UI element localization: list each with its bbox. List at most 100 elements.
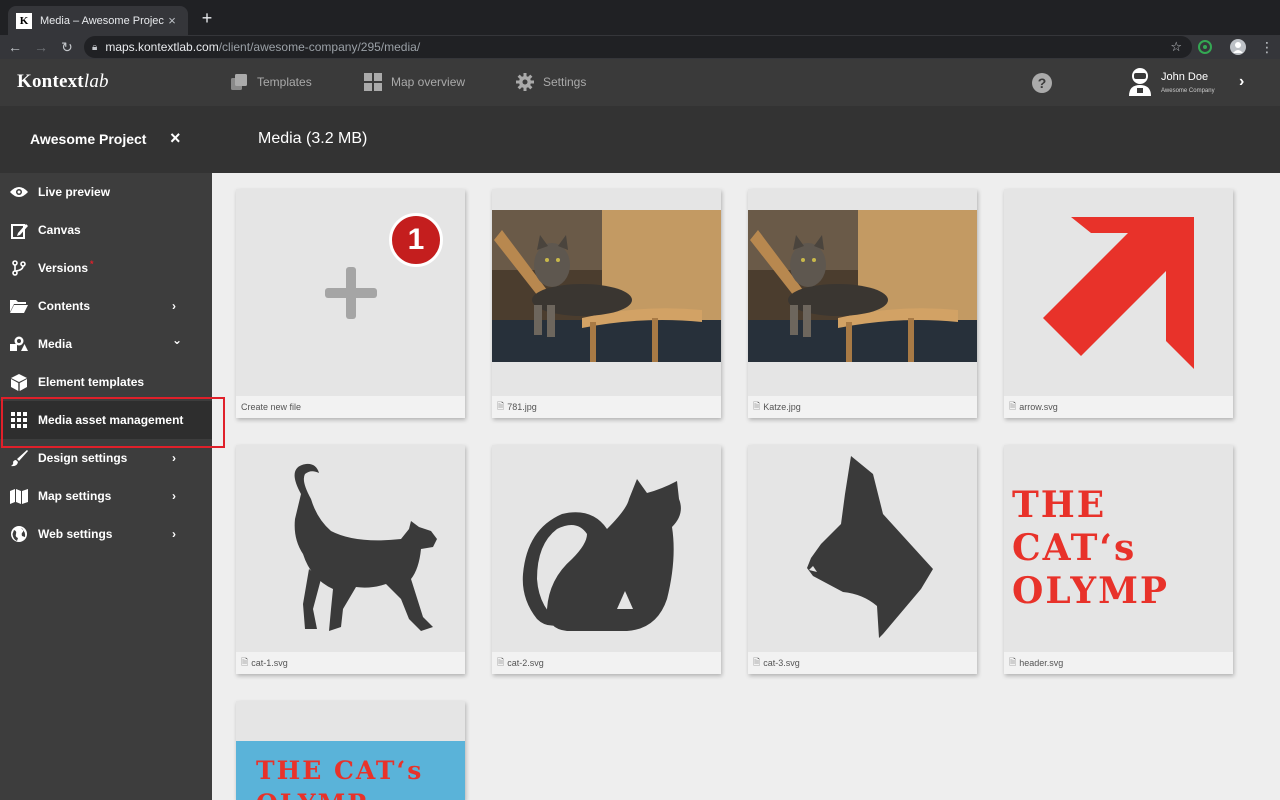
sidebar-item-label: Web settings <box>38 527 113 541</box>
extension-icon[interactable] <box>1197 39 1213 55</box>
nav-templates[interactable]: Templates <box>230 73 312 91</box>
logo-main: Kontext <box>17 71 84 92</box>
address-bar[interactable]: 🔒︎ maps.kontextlab.com/client/awesome-co… <box>84 36 1192 58</box>
sidebar-item-label: Versions <box>38 261 89 275</box>
card-label: 🗎︎ header.svg <box>1004 652 1233 674</box>
media-file-card[interactable]: THE CAT‘s OLYMP 🗎︎ header.svg <box>1004 445 1233 674</box>
new-tab-icon[interactable]: + <box>198 9 216 27</box>
templates-icon <box>231 74 247 90</box>
reload-icon[interactable]: ↻ <box>56 39 78 56</box>
media-file-card[interactable]: 🗎︎ arrow.svg <box>1004 189 1233 418</box>
file-name: header.svg <box>1019 658 1064 668</box>
sidebar: Live preview Canvas Versions * Contents ›… <box>0 173 212 800</box>
sidebar-item-label: Design settings <box>38 451 128 465</box>
cat-walking-thumbnail[interactable] <box>236 445 465 652</box>
sidebar-item-map-settings[interactable]: Map settings › <box>0 477 212 515</box>
brush-icon <box>10 449 28 467</box>
chevron-right-icon: › <box>172 527 176 541</box>
header-text-line2: OLYMP <box>1012 570 1169 613</box>
cat-photo-image <box>748 209 977 362</box>
cat-sitting-silhouette-icon <box>522 478 681 631</box>
eye-icon <box>10 183 28 201</box>
map-icon <box>10 487 28 505</box>
arrow-up-right-icon <box>1042 216 1194 369</box>
arrow-thumbnail[interactable] <box>1004 189 1233 396</box>
nav-settings-label: Settings <box>543 75 587 89</box>
app-header: Kontextlab Templates Map overview Settin… <box>0 59 1280 106</box>
file-name: 781.jpg <box>507 402 537 412</box>
kontextlab-logo[interactable]: Kontextlab <box>17 71 109 93</box>
nav-map-overview-label: Map overview <box>391 75 466 89</box>
nav-settings[interactable]: Settings <box>516 73 586 91</box>
header-preview-thumbnail[interactable]: THE CAT‘s OLYMP <box>236 741 465 800</box>
branch-icon <box>10 259 28 277</box>
logo-italic: lab <box>83 71 109 92</box>
card-label: 🗎︎ cat-3.svg <box>748 652 977 674</box>
card-label: 🗎︎ cat-2.svg <box>492 652 721 674</box>
step-number-badge: 1 <box>389 213 443 267</box>
sidebar-item-media[interactable]: Media ⌄ <box>0 325 212 363</box>
sidebar-item-contents[interactable]: Contents › <box>0 287 212 325</box>
user-company: Awesome Company <box>1161 88 1215 94</box>
user-name[interactable]: John Doe <box>1161 71 1208 83</box>
plus-icon <box>324 266 377 319</box>
sidebar-item-web-settings[interactable]: Web settings › <box>0 515 212 553</box>
media-file-card[interactable]: 🗎︎ Katze.jpg <box>748 189 977 418</box>
lock-icon: 🔒︎ <box>92 41 98 53</box>
nav-map-overview[interactable]: Map overview <box>364 73 465 91</box>
sidebar-item-label: Map settings <box>38 489 112 503</box>
close-project-icon[interactable]: × <box>170 128 181 149</box>
file-icon: 🗎︎ <box>1009 401 1017 411</box>
media-file-card[interactable]: 🗎︎ cat-2.svg <box>492 445 721 674</box>
user-avatar-icon[interactable] <box>1126 67 1154 97</box>
browser-menu-icon[interactable]: ⋮ <box>1256 39 1278 56</box>
header-thumbnail[interactable]: THE CAT‘s OLYMP <box>1004 445 1233 652</box>
sidebar-item-versions[interactable]: Versions * <box>0 249 212 287</box>
chevron-down-icon: ⌄ <box>172 333 183 347</box>
sidebar-item-canvas[interactable]: Canvas <box>0 211 212 249</box>
file-icon: 🗎︎ <box>497 401 505 411</box>
cat-walking-silhouette-icon <box>294 463 437 631</box>
cat-sitting-thumbnail[interactable] <box>492 445 721 652</box>
edit-icon <box>10 221 28 239</box>
highlight-annotation-box <box>1 397 225 448</box>
cat-photo-thumbnail[interactable] <box>492 189 721 396</box>
media-file-card[interactable]: 🗎︎ cat-3.svg <box>748 445 977 674</box>
globe-icon <box>10 525 28 543</box>
bookmark-star-icon[interactable]: ☆ <box>1170 39 1182 55</box>
card-label: 🗎︎ arrow.svg <box>1004 396 1233 418</box>
profile-avatar-icon[interactable] <box>1230 39 1246 55</box>
gear-icon <box>516 73 534 91</box>
url-path: /client/awesome-company/295/media/ <box>218 40 421 54</box>
versions-indicator: * <box>90 259 94 269</box>
browser-tab[interactable]: K Media – Awesome Project × <box>8 6 188 35</box>
browser-toolbar: ← → ↻ 🔒︎ maps.kontextlab.com/client/awes… <box>0 35 1280 59</box>
kontextlab-favicon-icon: K <box>16 12 32 29</box>
cat-photo-thumbnail[interactable] <box>748 189 977 396</box>
card-label: 🗎︎ Katze.jpg <box>748 396 977 418</box>
file-icon: 🗎︎ <box>753 657 761 667</box>
tab-close-icon[interactable]: × <box>164 13 180 28</box>
media-file-card[interactable]: 🗎︎ cat-1.svg <box>236 445 465 674</box>
media-file-card[interactable]: THE CAT‘s OLYMP <box>236 701 465 800</box>
preview-text-line1: THE CAT‘s <box>256 756 424 785</box>
card-label: 🗎︎ cat-1.svg <box>236 652 465 674</box>
sidebar-item-live-preview[interactable]: Live preview <box>0 173 212 211</box>
media-file-card[interactable]: 🗎︎ 781.jpg <box>492 189 721 418</box>
chevron-right-icon[interactable]: › <box>1239 73 1244 91</box>
project-subheader: Awesome Project × Media (3.2 MB) <box>0 106 1280 173</box>
file-name: arrow.svg <box>1019 402 1058 412</box>
project-title: Awesome Project <box>30 131 147 147</box>
sidebar-item-label: Live preview <box>38 185 111 199</box>
help-icon[interactable]: ? <box>1032 73 1052 93</box>
back-icon[interactable]: ← <box>4 39 26 55</box>
cat-head-thumbnail[interactable] <box>748 445 977 652</box>
grid-icon <box>364 73 382 91</box>
file-name: cat-3.svg <box>763 658 800 668</box>
media-icon <box>10 335 28 353</box>
sidebar-item-element-templates[interactable]: Element templates <box>0 363 212 401</box>
card-label: 🗎︎ 781.jpg <box>492 396 721 418</box>
browser-tabbar: K Media – Awesome Project × + <box>0 0 1280 35</box>
create-new-file-card[interactable]: 1 Create new file <box>236 189 465 418</box>
forward-icon[interactable]: → <box>30 39 52 55</box>
